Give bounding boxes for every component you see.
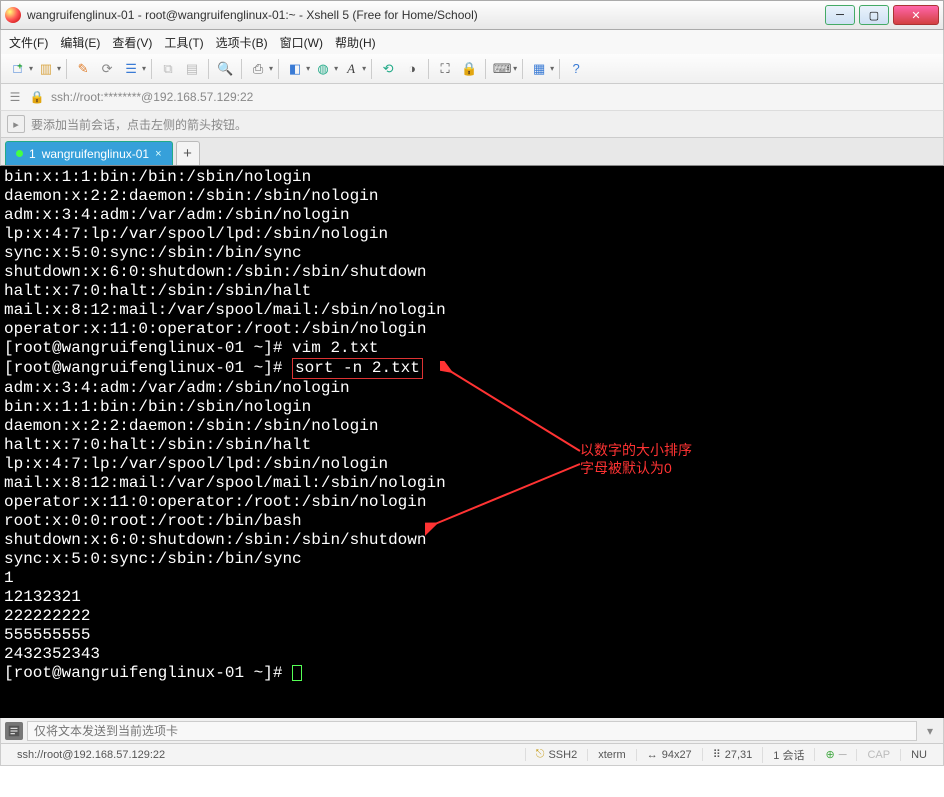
close-button[interactable]: ✕ <box>893 5 939 25</box>
tab-bar: 1 wangruifenglinux-01 × + <box>0 138 944 166</box>
tab-close-icon[interactable]: × <box>155 148 161 160</box>
status-size: ↔94x27 <box>636 749 702 761</box>
terminal-output[interactable]: bin:x:1:1:bin:/bin:/sbin/nologin daemon:… <box>0 166 944 718</box>
menu-bar: 文件(F) 编辑(E) 查看(V) 工具(T) 选项卡(B) 窗口(W) 帮助(… <box>0 30 944 54</box>
window-title: wangruifenglinux-01 - root@wangruifengli… <box>27 8 825 22</box>
toolbar: □+▾ ▥▾ ✎ ⟳ ☰▾ ⧉ ▤ 🔍 ⎙▾ ◧▾ ◍▾ A▾ ⟲ ◑ ⛶ 🔒 … <box>0 54 944 84</box>
status-bar: ssh://root@192.168.57.129:22 ⎋SSH2 xterm… <box>0 744 944 766</box>
new-session-icon[interactable]: □+ <box>7 58 29 80</box>
tab-index: 1 <box>29 147 36 161</box>
hint-text: 要添加当前会话，点击左侧的箭头按钮。 <box>31 116 247 133</box>
status-dot-icon <box>16 150 23 157</box>
fullscreen-icon[interactable]: ⛶ <box>434 58 456 80</box>
terminal-cursor <box>292 665 302 681</box>
status-connection: ssh://root@192.168.57.129:22 <box>7 749 525 761</box>
menu-view[interactable]: 查看(V) <box>112 34 152 51</box>
menu-tab-opts[interactable]: 选项卡(B) <box>216 34 268 51</box>
menu-edit[interactable]: 编辑(E) <box>60 34 100 51</box>
ssh-icon: ⎋ <box>536 748 545 761</box>
status-cursor-pos: ⠿27,31 <box>702 748 763 761</box>
copy-icon[interactable]: ⧉ <box>157 58 179 80</box>
status-ping: ⊕─ <box>814 748 856 761</box>
highlighter-icon[interactable]: ✎ <box>72 58 94 80</box>
lock-small-icon: 🔒 <box>29 89 45 105</box>
address-bar: ☰ 🔒 ssh://root:********@192.168.57.129:2… <box>0 84 944 110</box>
status-sessions: 1 会话 <box>762 747 814 763</box>
properties-icon[interactable]: ☰ <box>120 58 142 80</box>
print-icon[interactable]: ⎙ <box>247 58 269 80</box>
add-session-icon[interactable]: ▸ <box>7 115 25 133</box>
send-mode-icon[interactable] <box>5 722 23 740</box>
sync-icon[interactable]: ◑ <box>401 58 423 80</box>
bookmark-icon[interactable]: ☰ <box>7 89 23 105</box>
link-icon[interactable]: ⟳ <box>96 58 118 80</box>
globe-icon[interactable]: ◍ <box>312 58 334 80</box>
status-num: NU <box>900 749 937 761</box>
window-titlebar: wangruifenglinux-01 - root@wangruifengli… <box>0 0 944 30</box>
address-text[interactable]: ssh://root:********@192.168.57.129:22 <box>51 90 253 104</box>
layout-icon[interactable]: ▦ <box>528 58 550 80</box>
highlighted-command: sort -n 2.txt <box>292 358 423 379</box>
help-icon[interactable]: ? <box>565 58 587 80</box>
menu-window[interactable]: 窗口(W) <box>280 34 323 51</box>
session-input-bar: ▾ <box>0 718 944 744</box>
refresh-icon[interactable]: ⟲ <box>377 58 399 80</box>
panel-icon[interactable]: ◧ <box>284 58 306 80</box>
app-icon <box>5 7 21 23</box>
status-cap: CAP <box>856 749 900 761</box>
keyboard-icon[interactable]: ⌨ <box>491 58 513 80</box>
lock-icon[interactable]: 🔒 <box>458 58 480 80</box>
input-dropdown-icon[interactable]: ▾ <box>921 722 939 740</box>
search-icon[interactable]: 🔍 <box>214 58 236 80</box>
menu-tools[interactable]: 工具(T) <box>164 34 203 51</box>
font-icon[interactable]: A <box>340 58 362 80</box>
menu-help[interactable]: 帮助(H) <box>335 34 376 51</box>
open-folder-icon[interactable]: ▥ <box>35 58 57 80</box>
size-icon: ↔ <box>647 749 658 761</box>
tab-add-button[interactable]: + <box>176 141 200 165</box>
tab-session-1[interactable]: 1 wangruifenglinux-01 × <box>5 141 173 165</box>
tab-label: wangruifenglinux-01 <box>42 147 149 161</box>
menu-file[interactable]: 文件(F) <box>9 34 48 51</box>
status-term: xterm <box>587 749 636 761</box>
paste-icon[interactable]: ▤ <box>181 58 203 80</box>
session-input[interactable] <box>27 721 917 741</box>
maximize-button[interactable]: ▢ <box>859 5 889 25</box>
minimize-button[interactable]: ─ <box>825 5 855 25</box>
pos-icon: ⠿ <box>713 748 721 761</box>
status-ssh: ⎋SSH2 <box>525 748 587 761</box>
hint-bar: ▸ 要添加当前会话，点击左侧的箭头按钮。 <box>0 110 944 138</box>
